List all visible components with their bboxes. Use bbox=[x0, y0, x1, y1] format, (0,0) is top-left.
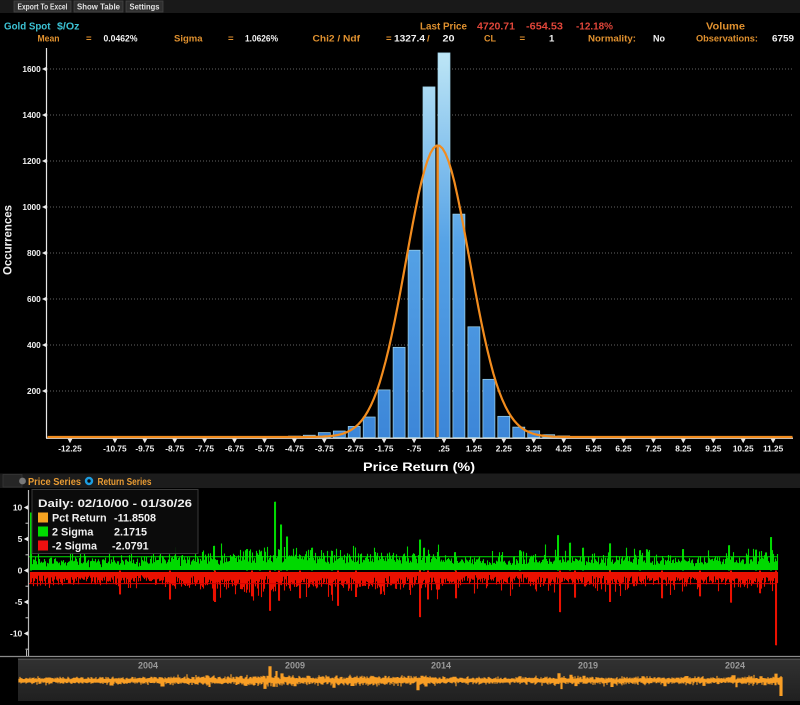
svg-text:=: = bbox=[386, 34, 392, 45]
svg-text:-5: -5 bbox=[15, 597, 23, 607]
svg-text:2.25: 2.25 bbox=[496, 444, 513, 454]
svg-text:-1.75: -1.75 bbox=[375, 444, 394, 454]
svg-text:-5.75: -5.75 bbox=[255, 444, 274, 454]
svg-text:-12.25: -12.25 bbox=[58, 444, 82, 454]
svg-text:Price Return (%): Price Return (%) bbox=[363, 460, 475, 474]
svg-text:20: 20 bbox=[443, 34, 455, 45]
svg-text:Price Series: Price Series bbox=[28, 477, 81, 488]
svg-text:Occurrences: Occurrences bbox=[1, 205, 15, 275]
svg-text:/: / bbox=[427, 34, 430, 45]
svg-text:-4.75: -4.75 bbox=[285, 444, 304, 454]
svg-text:Settings: Settings bbox=[130, 2, 160, 12]
svg-text:-7.75: -7.75 bbox=[195, 444, 214, 454]
svg-text:0.0462%: 0.0462% bbox=[104, 34, 138, 45]
svg-text:-3.75: -3.75 bbox=[315, 444, 334, 454]
svg-text:2.1715: 2.1715 bbox=[114, 527, 147, 539]
svg-text:6.25: 6.25 bbox=[615, 444, 632, 454]
svg-text:1400: 1400 bbox=[22, 110, 41, 120]
svg-text:Chi2 / Ndf: Chi2 / Ndf bbox=[313, 34, 361, 45]
svg-text:1.0626%: 1.0626% bbox=[245, 34, 278, 45]
svg-text:2004: 2004 bbox=[138, 661, 158, 671]
svg-text:400: 400 bbox=[27, 340, 41, 350]
svg-text:1200: 1200 bbox=[22, 156, 41, 166]
svg-text:-6.75: -6.75 bbox=[225, 444, 244, 454]
svg-text:Observations:: Observations: bbox=[696, 34, 758, 45]
svg-text:=: = bbox=[228, 34, 234, 45]
svg-text:4720.71: 4720.71 bbox=[477, 22, 515, 33]
svg-text:-2.75: -2.75 bbox=[345, 444, 364, 454]
svg-text:Pct Return: Pct Return bbox=[52, 513, 107, 525]
svg-text:-10.75: -10.75 bbox=[103, 444, 127, 454]
svg-text:-9.75: -9.75 bbox=[135, 444, 154, 454]
svg-text:Normality:: Normality: bbox=[588, 34, 636, 45]
svg-text:5: 5 bbox=[18, 534, 23, 544]
svg-text:CL: CL bbox=[484, 34, 496, 45]
svg-text:.25: .25 bbox=[438, 444, 450, 454]
svg-text:3.25: 3.25 bbox=[526, 444, 543, 454]
svg-text:10: 10 bbox=[13, 503, 23, 513]
svg-text:800: 800 bbox=[27, 248, 41, 258]
svg-text:8.25: 8.25 bbox=[675, 444, 692, 454]
svg-text:-.75: -.75 bbox=[407, 444, 422, 454]
svg-text:No: No bbox=[653, 34, 665, 45]
svg-text:Export To Excel: Export To Excel bbox=[18, 2, 68, 12]
svg-text:5.25: 5.25 bbox=[586, 444, 603, 454]
svg-text:6759: 6759 bbox=[772, 34, 794, 45]
svg-text:Show Table: Show Table bbox=[77, 2, 120, 12]
svg-text:2019: 2019 bbox=[578, 661, 598, 671]
svg-text:2 Sigma: 2 Sigma bbox=[52, 527, 94, 539]
svg-text:-2 Sigma: -2 Sigma bbox=[52, 541, 98, 553]
svg-text:11.25: 11.25 bbox=[763, 444, 784, 454]
svg-text:=: = bbox=[520, 34, 526, 45]
svg-text:10.25: 10.25 bbox=[733, 444, 754, 454]
svg-text:1000: 1000 bbox=[22, 202, 41, 212]
svg-text:1: 1 bbox=[549, 34, 555, 45]
svg-text:Volume: Volume bbox=[706, 22, 745, 33]
svg-text:600: 600 bbox=[27, 294, 41, 304]
svg-text:1.25: 1.25 bbox=[466, 444, 483, 454]
svg-text:1327.4: 1327.4 bbox=[394, 34, 426, 45]
svg-text:9.25: 9.25 bbox=[705, 444, 722, 454]
svg-text:7.25: 7.25 bbox=[645, 444, 662, 454]
svg-text:Return Series: Return Series bbox=[98, 477, 152, 488]
svg-text:200: 200 bbox=[27, 386, 41, 396]
svg-text:-10: -10 bbox=[10, 629, 23, 639]
svg-text:$/Oz: $/Oz bbox=[57, 22, 80, 33]
svg-text:-8.75: -8.75 bbox=[165, 444, 184, 454]
svg-text:0: 0 bbox=[18, 566, 23, 576]
svg-text:2014: 2014 bbox=[431, 661, 451, 671]
svg-text:-11.8508: -11.8508 bbox=[114, 513, 156, 525]
svg-text:Sigma: Sigma bbox=[174, 34, 203, 45]
svg-text:4.25: 4.25 bbox=[556, 444, 573, 454]
svg-text:Daily: 02/10/00 - 01/30/26: Daily: 02/10/00 - 01/30/26 bbox=[38, 498, 192, 510]
svg-text:1600: 1600 bbox=[22, 64, 41, 74]
svg-text:=: = bbox=[86, 34, 92, 45]
svg-text:-654.53: -654.53 bbox=[526, 22, 563, 33]
svg-text:Gold Spot: Gold Spot bbox=[4, 22, 51, 33]
svg-text:-12.18%: -12.18% bbox=[576, 22, 613, 33]
svg-text:Last Price: Last Price bbox=[420, 22, 467, 33]
svg-text:Mean: Mean bbox=[38, 34, 60, 45]
svg-text:2024: 2024 bbox=[725, 661, 745, 671]
svg-text:-2.0791: -2.0791 bbox=[112, 541, 149, 553]
svg-text:2009: 2009 bbox=[285, 661, 305, 671]
